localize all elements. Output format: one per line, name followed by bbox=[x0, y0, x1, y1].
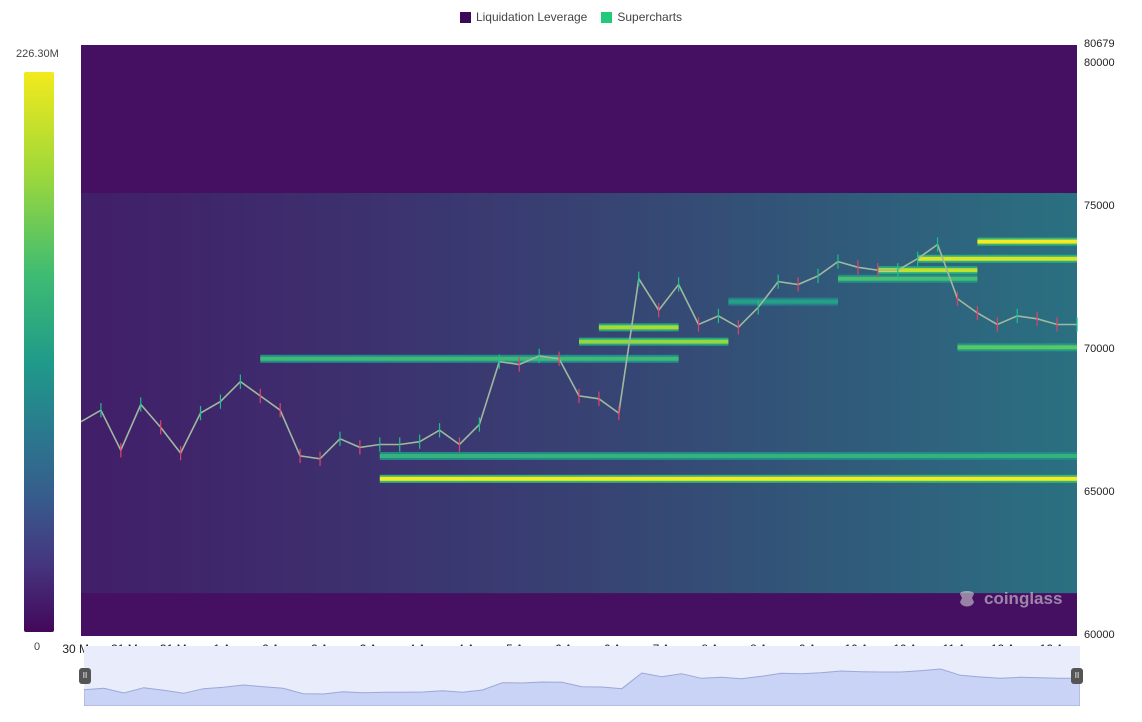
y-tick-label: 80679 bbox=[1084, 38, 1115, 50]
liquidation-band bbox=[957, 345, 1077, 350]
y-tick-label: 70000 bbox=[1084, 343, 1115, 356]
y-tick-label: 60000 bbox=[1084, 629, 1115, 641]
liquidation-band bbox=[598, 325, 679, 330]
navigator-left-handle[interactable]: II bbox=[79, 668, 91, 684]
coinglass-logo-icon bbox=[960, 591, 974, 607]
liquidation-band bbox=[728, 299, 838, 304]
y-tick-label: 80000 bbox=[1084, 57, 1115, 70]
liquidation-band bbox=[579, 339, 729, 344]
y-tick-label: 65000 bbox=[1084, 486, 1115, 499]
liquidation-band bbox=[379, 476, 1077, 481]
coinglass-watermark: coinglass bbox=[956, 588, 1062, 610]
liquidation-band bbox=[837, 276, 978, 281]
liquidation-band bbox=[260, 356, 679, 361]
watermark-text: coinglass bbox=[984, 589, 1063, 608]
y-tick-label: 75000 bbox=[1084, 200, 1115, 213]
navigator-right-handle[interactable]: II bbox=[1071, 668, 1083, 684]
heatmap-chart[interactable] bbox=[0, 0, 1142, 722]
range-navigator[interactable] bbox=[84, 646, 1080, 706]
liquidation-band bbox=[379, 453, 1077, 458]
liquidation-band bbox=[977, 239, 1077, 244]
